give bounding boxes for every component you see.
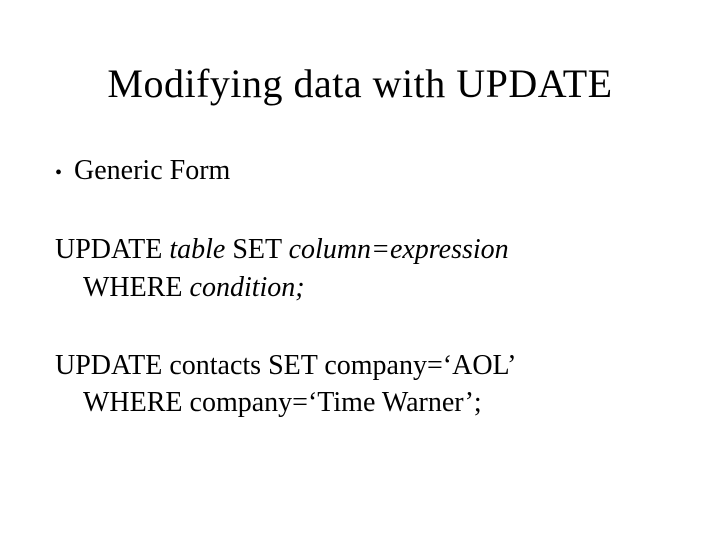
kw-update: UPDATE (55, 234, 169, 265)
slide-title: Modifying data with UPDATE (55, 60, 665, 107)
example-block: UPDATE contacts SET company=‘AOL’ WHERE … (55, 347, 665, 423)
generic-form-block: UPDATE table SET column=expression WHERE… (55, 231, 665, 307)
slide-content: • Generic Form UPDATE table SET column=e… (55, 155, 665, 422)
bullet-icon: • (55, 159, 62, 187)
placeholder-colexpr: column=expression (289, 234, 509, 265)
example-line-2: WHERE company=‘Time Warner’; (83, 384, 665, 422)
bullet-label: Generic Form (74, 155, 230, 187)
kw-set: SET (225, 234, 288, 265)
bullet-item: • Generic Form (55, 155, 665, 187)
generic-line-2: WHERE condition; (83, 269, 665, 307)
example-line-1: UPDATE contacts SET company=‘AOL’ (55, 347, 665, 385)
kw-where: WHERE (83, 272, 190, 303)
placeholder-table: table (169, 234, 225, 265)
generic-line-1: UPDATE table SET column=expression (55, 231, 665, 269)
placeholder-condition: condition; (190, 272, 305, 303)
